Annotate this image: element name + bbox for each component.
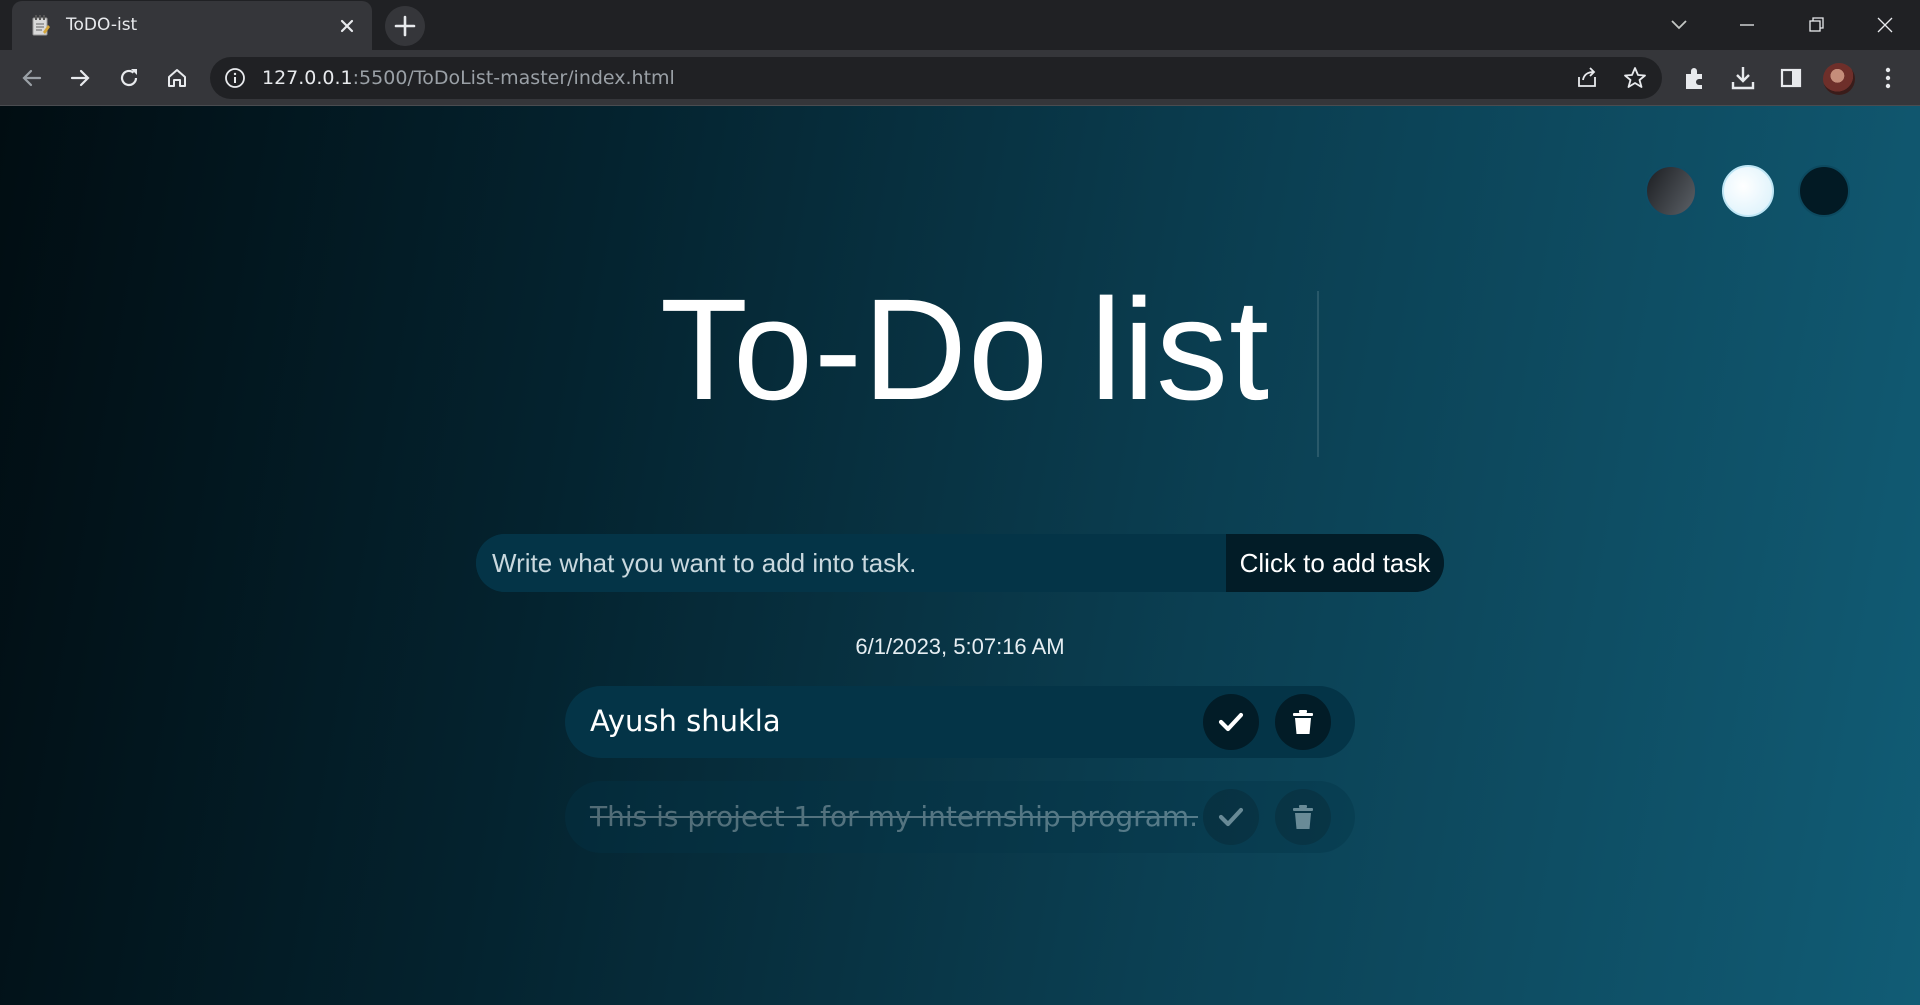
trash-icon xyxy=(1293,710,1313,734)
url-host: 127.0.0.1 xyxy=(262,67,353,89)
page-viewport: To-Do list Click to add task 6/1/2023, 5… xyxy=(0,106,1920,1005)
tab-search-icon[interactable] xyxy=(1662,8,1696,42)
todo-text: Ayush shukla xyxy=(590,704,781,738)
url-text[interactable]: 127.0.0.1:5500/ToDoList-master/index.htm… xyxy=(262,67,675,89)
reload-icon[interactable] xyxy=(112,61,146,95)
share-icon[interactable] xyxy=(1574,65,1600,91)
check-button[interactable] xyxy=(1203,694,1259,750)
home-icon[interactable] xyxy=(160,61,194,95)
bookmark-star-icon[interactable] xyxy=(1622,65,1648,91)
back-icon[interactable] xyxy=(15,61,49,95)
profile-avatar[interactable] xyxy=(1823,63,1855,95)
page-title: To-Do list xyxy=(659,269,1271,430)
add-task-form: Click to add task xyxy=(476,534,1444,592)
check-icon xyxy=(1218,807,1244,827)
side-panel-icon[interactable] xyxy=(1775,62,1807,94)
address-bar[interactable]: 127.0.0.1:5500/ToDoList-master/index.htm… xyxy=(210,57,1662,99)
task-input[interactable] xyxy=(476,534,1226,592)
todo-item-completed: This is project 1 for my internship prog… xyxy=(565,781,1355,853)
restore-icon[interactable] xyxy=(1799,8,1833,42)
extensions-icon[interactable] xyxy=(1679,62,1711,94)
delete-button[interactable] xyxy=(1275,694,1331,750)
close-window-icon[interactable] xyxy=(1868,8,1902,42)
menu-dots-icon[interactable] xyxy=(1872,62,1904,94)
forward-icon[interactable] xyxy=(63,61,97,95)
new-tab-button[interactable] xyxy=(385,6,425,46)
light-theme-button[interactable] xyxy=(1722,165,1774,217)
check-button[interactable] xyxy=(1203,789,1259,845)
title-cursor xyxy=(1317,291,1319,457)
browser-tab[interactable]: ToDO-ist xyxy=(12,1,372,50)
info-icon[interactable] xyxy=(224,67,246,89)
close-icon[interactable] xyxy=(334,13,360,39)
tab-strip: ToDO-ist xyxy=(0,0,1920,50)
browser-toolbar: 127.0.0.1:5500/ToDoList-master/index.htm… xyxy=(0,50,1920,106)
todo-text: This is project 1 for my internship prog… xyxy=(590,800,1199,833)
notepad-icon xyxy=(32,15,50,36)
standard-theme-button[interactable] xyxy=(1645,165,1697,217)
tab-title: ToDO-ist xyxy=(66,15,138,35)
download-icon[interactable] xyxy=(1727,62,1759,94)
add-task-button[interactable]: Click to add task xyxy=(1226,534,1444,592)
trash-icon xyxy=(1293,805,1313,829)
datetime-display: 6/1/2023, 5:07:16 AM xyxy=(855,634,1065,659)
minimize-icon[interactable] xyxy=(1730,8,1764,42)
url-path: :5500/ToDoList-master/index.html xyxy=(352,67,675,89)
delete-button[interactable] xyxy=(1275,789,1331,845)
darker-theme-button[interactable] xyxy=(1798,165,1850,217)
check-icon xyxy=(1218,712,1244,732)
todo-item: Ayush shukla xyxy=(565,686,1355,758)
